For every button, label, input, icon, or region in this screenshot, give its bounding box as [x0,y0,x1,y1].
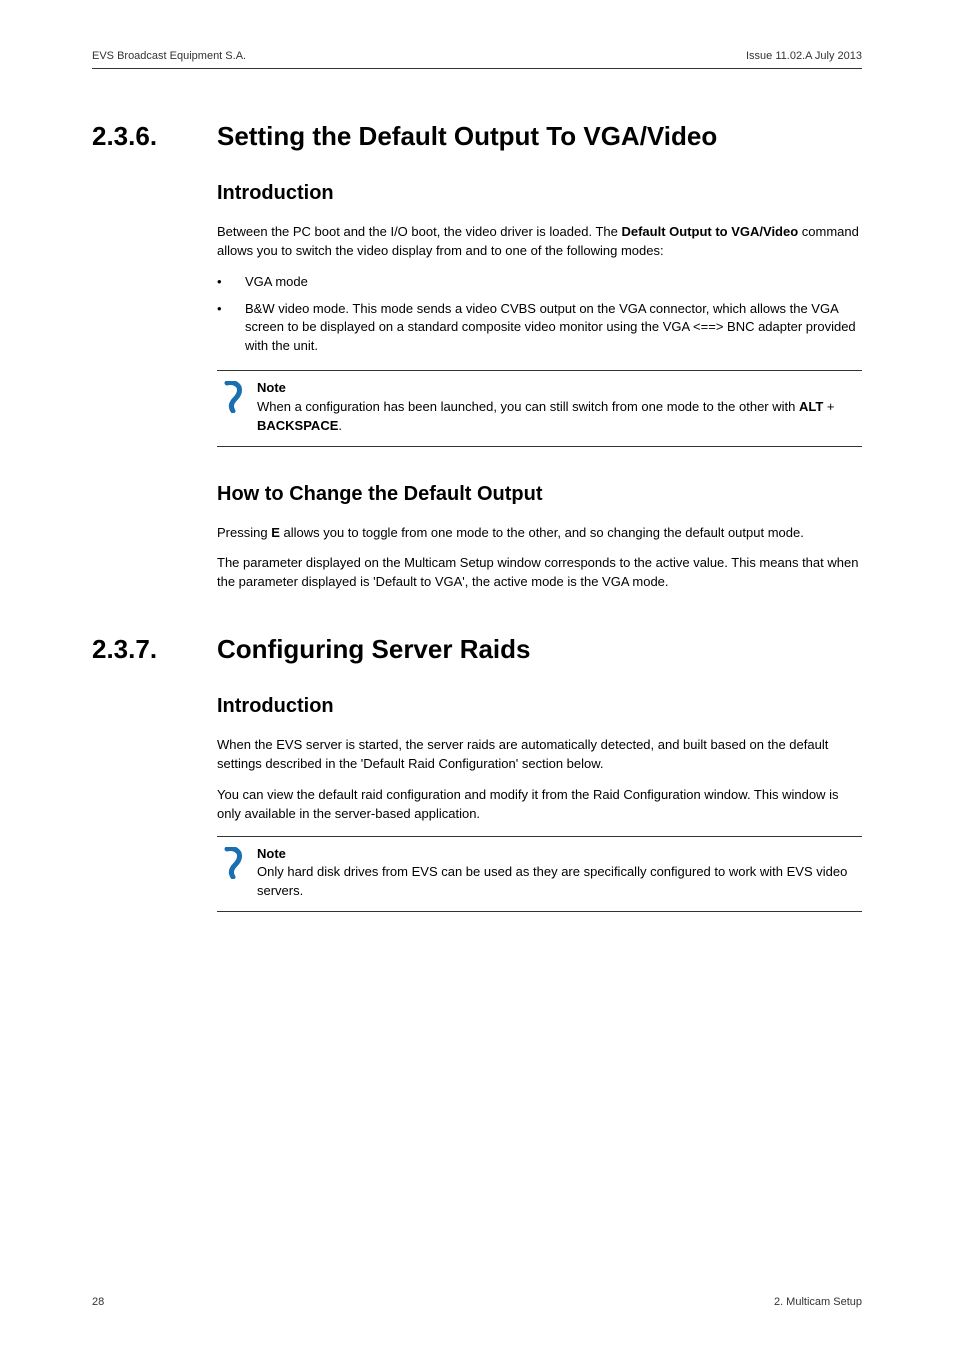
intro2-paragraph-1: When the EVS server is started, the serv… [217,736,862,774]
header-left: EVS Broadcast Equipment S.A. [92,50,246,62]
note-text: Only hard disk drives from EVS can be us… [257,864,847,898]
section-title: Setting the Default Output To VGA/Video [217,121,717,152]
note-icon [217,379,257,413]
introduction-heading: Introduction [217,182,862,205]
note-content: Note Only hard disk drives from EVS can … [257,845,862,902]
bold-text: Default Output to VGA/Video [621,224,798,239]
list-item: • VGA mode [217,273,862,292]
section-title: Configuring Server Raids [217,634,531,665]
list-item-text: B&W video mode. This mode sends a video … [245,300,862,357]
modes-list: • VGA mode • B&W video mode. This mode s… [217,273,862,356]
page-header: EVS Broadcast Equipment S.A. Issue 11.02… [92,50,862,69]
note-title: Note [257,379,862,398]
intro2-paragraph-2: You can view the default raid configurat… [217,786,862,824]
intro-paragraph: Between the PC boot and the I/O boot, th… [217,223,862,261]
section-236-heading: 2.3.6. Setting the Default Output To VGA… [92,121,862,152]
text: Between the PC boot and the I/O boot, th… [217,224,621,239]
text: + [823,399,834,414]
key-backspace: BACKSPACE [257,418,338,433]
list-item-text: VGA mode [245,273,862,292]
section-237-heading: 2.3.7. Configuring Server Raids [92,634,862,665]
note-callout-2: Note Only hard disk drives from EVS can … [217,836,862,913]
text: . [338,418,342,433]
page-footer: 28 2. Multicam Setup [92,1296,862,1308]
how-to-heading: How to Change the Default Output [217,483,862,506]
note-content: Note When a configuration has been launc… [257,379,862,436]
key-alt: ALT [799,399,823,414]
how-to-paragraph-1: Pressing E allows you to toggle from one… [217,524,862,543]
list-item: • B&W video mode. This mode sends a vide… [217,300,862,357]
introduction-heading-2: Introduction [217,695,862,718]
bullet-icon: • [217,273,245,292]
text: allows you to toggle from one mode to th… [280,525,804,540]
key-e: E [271,525,280,540]
how-to-paragraph-2: The parameter displayed on the Multicam … [217,554,862,592]
note-icon [217,845,257,879]
footer-section: 2. Multicam Setup [774,1296,862,1308]
note-title: Note [257,845,862,864]
page-number: 28 [92,1296,104,1308]
section-number: 2.3.6. [92,121,217,152]
bullet-icon: • [217,300,245,357]
note-text: When a configuration has been launched, … [257,399,799,414]
text: Pressing [217,525,271,540]
note-callout: Note When a configuration has been launc… [217,370,862,447]
header-right: Issue 11.02.A July 2013 [746,50,862,62]
section-number: 2.3.7. [92,634,217,665]
